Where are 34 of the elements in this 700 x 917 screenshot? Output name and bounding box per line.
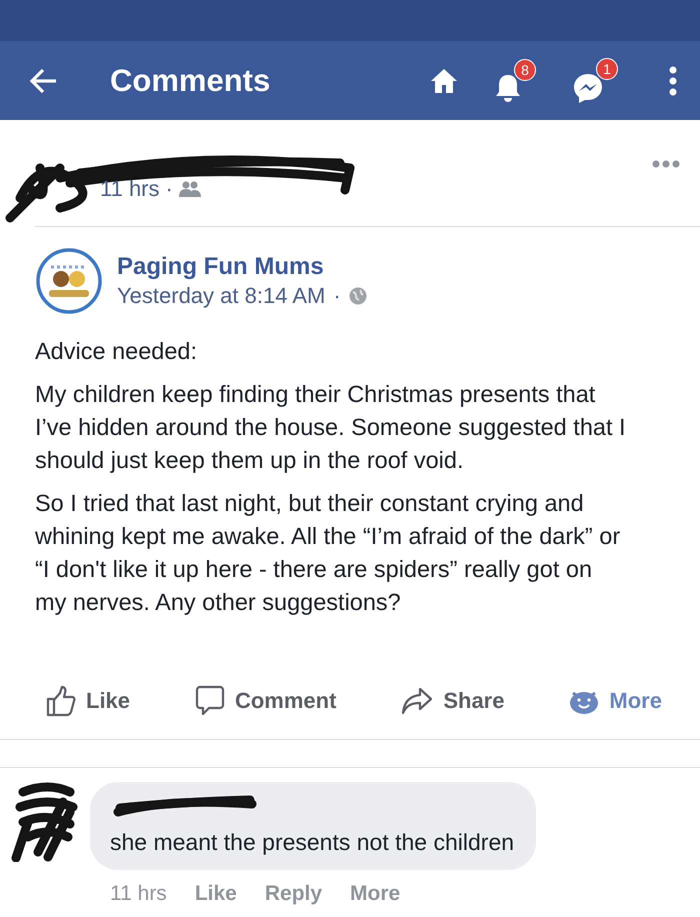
comment-time: 11 hrs <box>110 882 167 906</box>
separator-dot: · <box>166 176 173 202</box>
thumbs-up-icon <box>46 685 76 717</box>
menu-icon[interactable] <box>668 66 678 96</box>
notification-badge: 8 <box>514 58 536 80</box>
page-logo-icon <box>35 247 103 315</box>
separator-dot: · <box>333 283 341 309</box>
post-time: 11 hrs <box>100 176 160 202</box>
globe-icon <box>348 287 367 305</box>
comment-text: she meant the presents not the children <box>110 829 514 856</box>
share-button[interactable]: Share <box>401 685 504 717</box>
comment-action-link[interactable]: More <box>350 882 400 906</box>
message-badge: 1 <box>596 58 618 80</box>
post-paragraph: So I tried that last night, but their constant crying and whining kept me awake. All the “I’m afraid of the dark” or “I don't like it up here - there are spiders” really got on my nerves. Any other suggestions? <box>35 489 622 617</box>
messenger-button[interactable]: 1 <box>572 58 618 104</box>
post-paragraph: Advice needed: <box>35 337 198 366</box>
notifications-button[interactable]: 8 <box>494 58 536 102</box>
messenger-icon <box>572 72 604 104</box>
share-arrow-icon <box>401 687 434 715</box>
more-options-icon[interactable] <box>652 160 680 168</box>
back-button[interactable] <box>30 68 58 94</box>
comment-action-link[interactable]: Like <box>194 882 237 906</box>
speech-bubble-icon <box>194 685 225 717</box>
comment-action-link[interactable]: Reply <box>264 882 322 906</box>
like-button[interactable]: Like <box>46 685 130 717</box>
page-name-link[interactable]: Paging Fun Mums <box>117 253 324 280</box>
home-icon[interactable] <box>430 68 458 94</box>
comment-button[interactable]: Comment <box>194 685 336 717</box>
more-button[interactable]: More <box>569 685 662 717</box>
post-paragraph: My children keep finding their Christmas presents that I’ve hidden around the house. Someone suggested that I should just keep them up in the roof void. <box>35 380 627 475</box>
page-title: Comments <box>110 62 272 98</box>
shared-post-time: Yesterday at 8:14 AM <box>117 283 326 309</box>
bell-icon <box>494 72 522 102</box>
people-icon <box>178 181 201 197</box>
